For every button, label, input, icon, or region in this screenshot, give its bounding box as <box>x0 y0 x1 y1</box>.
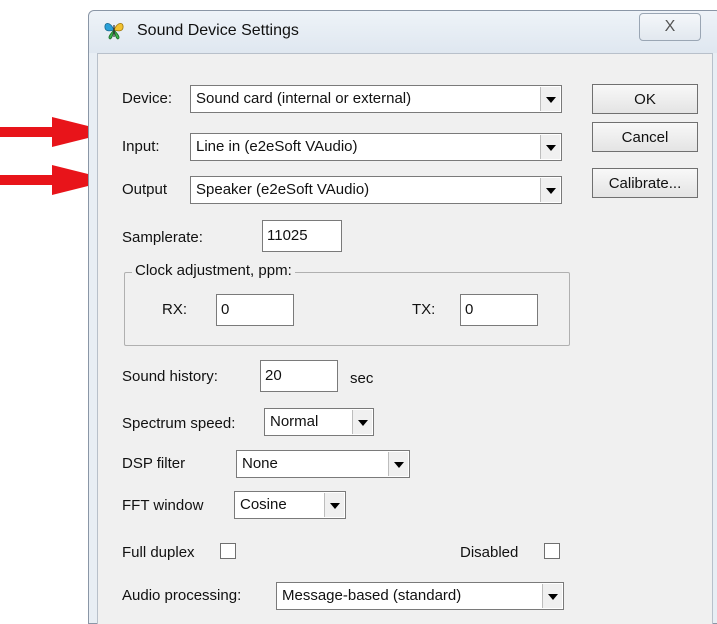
sound-history-unit: sec <box>350 370 374 387</box>
sound-history-input[interactable]: 20 <box>260 360 338 392</box>
samplerate-label: Samplerate: <box>122 229 203 246</box>
butterfly-icon <box>104 22 124 40</box>
disabled-checkbox[interactable] <box>544 543 560 559</box>
window-title: Sound Device Settings <box>137 22 299 39</box>
tx-value: 0 <box>465 301 474 318</box>
chevron-down-icon[interactable] <box>542 584 562 608</box>
full-duplex-label: Full duplex <box>122 544 195 561</box>
chevron-down-icon[interactable] <box>352 410 372 434</box>
spectrum-speed-label: Spectrum speed: <box>122 415 236 432</box>
device-label: Device: <box>122 90 173 107</box>
ok-button[interactable]: OK <box>592 84 698 114</box>
cancel-button[interactable]: Cancel <box>592 122 698 152</box>
dsp-filter-select[interactable]: None <box>236 450 410 478</box>
chevron-down-icon[interactable] <box>324 493 344 517</box>
full-duplex-checkbox[interactable] <box>220 543 236 559</box>
input-label: Input: <box>122 138 160 155</box>
spectrum-speed-value: Normal <box>270 413 319 430</box>
close-icon: X <box>664 18 676 35</box>
tx-label: TX: <box>412 301 436 318</box>
dsp-filter-label: DSP filter <box>122 455 186 472</box>
title-bar[interactable]: Sound Device Settings X <box>89 11 717 53</box>
sound-history-value: 20 <box>265 367 282 384</box>
chevron-down-icon[interactable] <box>540 135 560 159</box>
samplerate-input[interactable]: 11025 <box>262 220 342 252</box>
rx-input[interactable]: 0 <box>216 294 294 326</box>
fft-window-label: FFT window <box>122 497 204 514</box>
device-select-value: Sound card (internal or external) <box>196 90 412 107</box>
output-label: Output <box>122 181 168 198</box>
calibrate-button[interactable]: Calibrate... <box>592 168 698 198</box>
fft-window-select[interactable]: Cosine <box>234 491 346 519</box>
audio-processing-value: Message-based (standard) <box>282 587 462 604</box>
spectrum-speed-select[interactable]: Normal <box>264 408 374 436</box>
chevron-down-icon[interactable] <box>540 87 560 111</box>
input-select-value: Line in (e2eSoft VAudio) <box>196 138 358 155</box>
sound-device-settings-window: Sound Device Settings X Device: Sound ca… <box>88 10 717 624</box>
chevron-down-icon[interactable] <box>540 178 560 202</box>
dsp-filter-value: None <box>242 455 278 472</box>
sound-history-label: Sound history: <box>122 368 218 385</box>
audio-processing-label: Audio processing: <box>122 587 242 604</box>
device-select[interactable]: Sound card (internal or external) <box>190 85 562 113</box>
tx-input[interactable]: 0 <box>460 294 538 326</box>
close-button[interactable]: X <box>639 13 701 41</box>
chevron-down-icon[interactable] <box>388 452 408 476</box>
samplerate-value: 11025 <box>267 227 308 244</box>
output-select[interactable]: Speaker (e2eSoft VAudio) <box>190 176 562 204</box>
rx-value: 0 <box>221 301 230 318</box>
audio-processing-select[interactable]: Message-based (standard) <box>276 582 564 610</box>
fft-window-value: Cosine <box>240 496 287 513</box>
clock-adjustment-title: Clock adjustment, ppm: <box>132 262 295 279</box>
dialog-client-area: Device: Sound card (internal or external… <box>97 53 713 624</box>
output-select-value: Speaker (e2eSoft VAudio) <box>196 181 370 198</box>
rx-label: RX: <box>162 301 188 318</box>
input-select[interactable]: Line in (e2eSoft VAudio) <box>190 133 562 161</box>
disabled-label: Disabled <box>460 544 519 561</box>
